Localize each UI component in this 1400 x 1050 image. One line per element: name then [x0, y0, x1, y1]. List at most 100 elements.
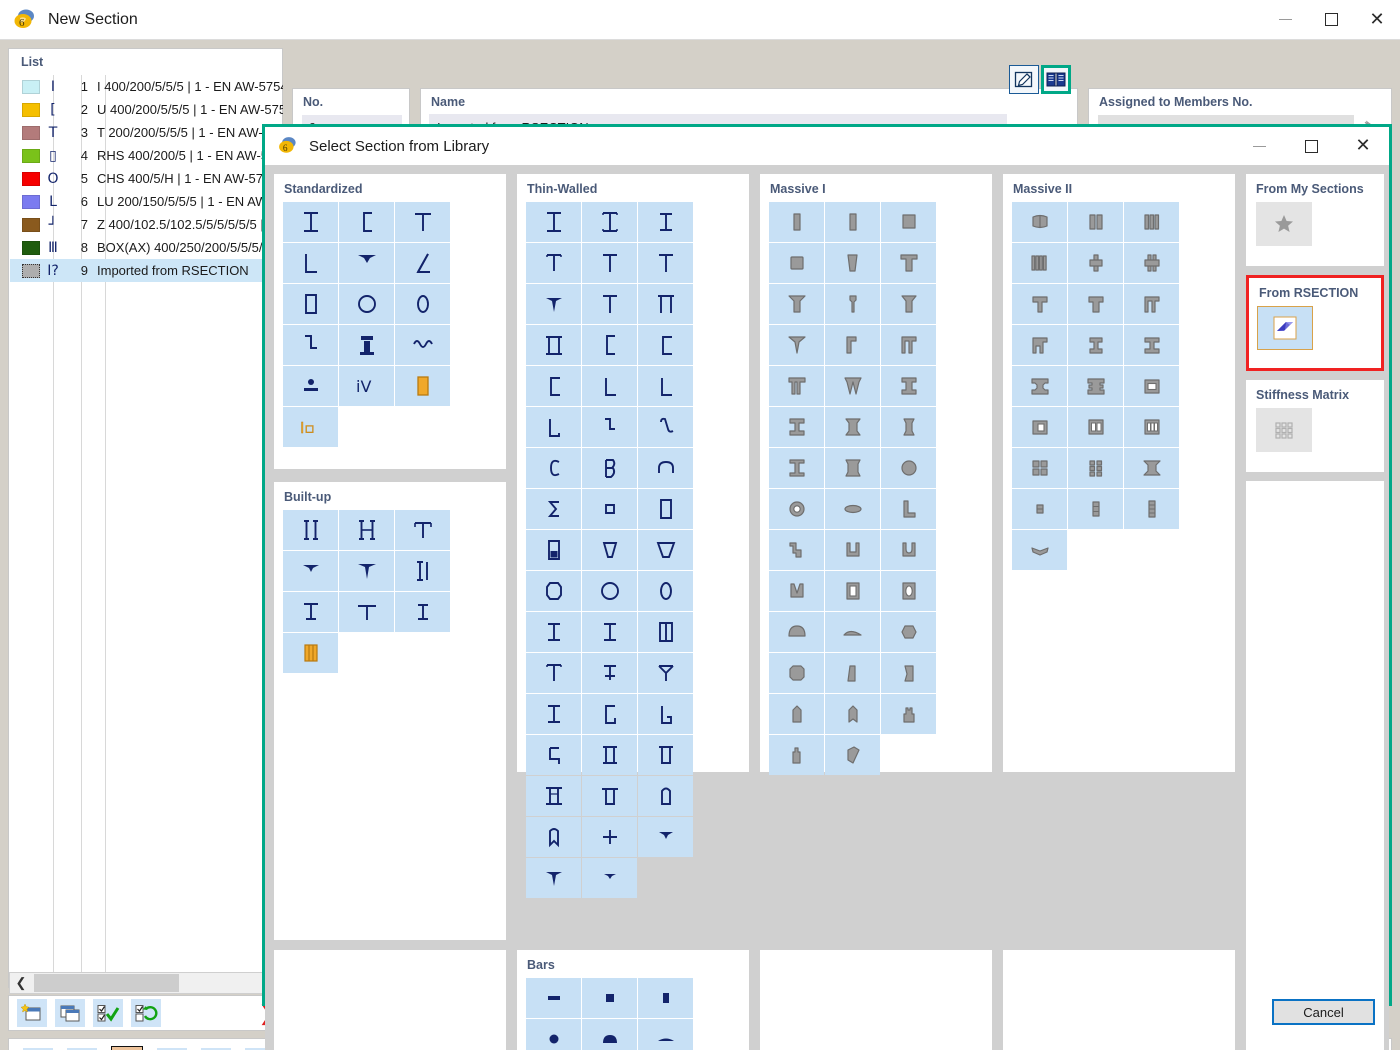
- section-shape-cell[interactable]: [1012, 407, 1067, 447]
- new-section-button[interactable]: [17, 999, 47, 1027]
- panel-massive-i-grid[interactable]: [760, 202, 992, 784]
- section-shape-cell[interactable]: [526, 366, 581, 406]
- section-shape-cell[interactable]: [638, 653, 693, 693]
- open-book-library-icon[interactable]: [1041, 65, 1071, 94]
- section-shape-cell[interactable]: [1012, 366, 1067, 406]
- section-shape-cell[interactable]: [638, 202, 693, 242]
- maximize-icon[interactable]: [1285, 127, 1337, 165]
- section-shape-cell[interactable]: [582, 858, 637, 898]
- section-shape-cell[interactable]: [638, 530, 693, 570]
- section-shape-cell[interactable]: [1124, 366, 1179, 406]
- section-shape-cell[interactable]: [825, 243, 880, 283]
- section-shape-cell[interactable]: [825, 407, 880, 447]
- list-horizontal-scrollbar[interactable]: ❮: [9, 972, 282, 994]
- section-shape-cell[interactable]: [339, 325, 394, 365]
- minimize-icon[interactable]: [1262, 0, 1308, 40]
- section-shape-cell[interactable]: [283, 243, 338, 283]
- section-shape-cell[interactable]: [395, 366, 450, 406]
- section-shape-cell[interactable]: [881, 325, 936, 365]
- section-shape-cell[interactable]: [395, 551, 450, 591]
- section-shape-cell[interactable]: [769, 489, 824, 529]
- section-shape-cell[interactable]: [582, 530, 637, 570]
- select-all-button[interactable]: [93, 999, 123, 1027]
- section-shape-cell[interactable]: [582, 1019, 637, 1050]
- section-shape-cell[interactable]: [825, 694, 880, 734]
- section-shape-cell[interactable]: [1124, 448, 1179, 488]
- section-shape-cell[interactable]: [881, 448, 936, 488]
- section-shape-cell[interactable]: [283, 592, 338, 632]
- section-shape-cell[interactable]: [825, 612, 880, 652]
- star-icon[interactable]: [1256, 202, 1312, 246]
- section-shape-cell[interactable]: [638, 612, 693, 652]
- section-shape-cell[interactable]: [1068, 407, 1123, 447]
- section-shape-cell[interactable]: [582, 489, 637, 529]
- section-shape-cell[interactable]: [1068, 202, 1123, 242]
- section-shape-cell[interactable]: [769, 530, 824, 570]
- edit-pencil-icon[interactable]: [1009, 65, 1039, 94]
- section-shape-cell[interactable]: [582, 776, 637, 816]
- section-shape-cell[interactable]: [638, 448, 693, 488]
- section-shape-cell[interactable]: [638, 489, 693, 529]
- section-shape-cell[interactable]: [582, 448, 637, 488]
- section-shape-cell[interactable]: [395, 243, 450, 283]
- section-shape-cell[interactable]: [769, 612, 824, 652]
- list-item[interactable]: ▯4RHS 400/200/5 | 1 - EN AW-5754 H: [10, 144, 283, 167]
- section-shape-cell[interactable]: [582, 571, 637, 611]
- section-shape-cell[interactable]: [638, 284, 693, 324]
- section-shape-cell[interactable]: [638, 243, 693, 283]
- section-shape-cell[interactable]: [825, 735, 880, 775]
- section-shape-cell[interactable]: [526, 325, 581, 365]
- section-shape-cell[interactable]: [769, 243, 824, 283]
- list-item[interactable]: Ⅲ8BOX(AX) 400/250/200/5/5/5/100,: [10, 236, 283, 259]
- section-shape-cell[interactable]: [582, 284, 637, 324]
- copy-section-button[interactable]: [55, 999, 85, 1027]
- section-shape-cell[interactable]: [769, 653, 824, 693]
- section-shape-cell[interactable]: [283, 510, 338, 550]
- section-shape-cell[interactable]: [526, 571, 581, 611]
- section-shape-cell[interactable]: [582, 653, 637, 693]
- chevron-left-icon[interactable]: ❮: [10, 975, 32, 991]
- section-shape-cell[interactable]: [526, 776, 581, 816]
- section-shape-cell[interactable]: [769, 448, 824, 488]
- section-shape-cell[interactable]: [825, 366, 880, 406]
- section-shape-cell[interactable]: [1012, 284, 1067, 324]
- section-shape-cell[interactable]: [526, 978, 581, 1018]
- section-shape-cell[interactable]: [769, 694, 824, 734]
- section-shape-cell[interactable]: [526, 407, 581, 447]
- section-shape-cell[interactable]: [339, 284, 394, 324]
- section-shape-cell[interactable]: [395, 284, 450, 324]
- section-shape-cell[interactable]: [339, 243, 394, 283]
- section-shape-cell[interactable]: [769, 325, 824, 365]
- section-shape-cell[interactable]: [582, 202, 637, 242]
- panel-standardized-grid[interactable]: ⅰⅤⅠ▫: [274, 202, 506, 456]
- list-item[interactable]: L6LU 200/150/5/5/5 | 1 - EN AW-57: [10, 190, 283, 213]
- section-shape-cell[interactable]: [881, 653, 936, 693]
- list-item[interactable]: T3T 200/200/5/5/5 | 1 - EN AW-5754: [10, 121, 283, 144]
- section-shape-cell[interactable]: [825, 530, 880, 570]
- section-shape-cell[interactable]: [526, 653, 581, 693]
- panel-built-up-grid[interactable]: [274, 510, 506, 682]
- scrollbar-thumb[interactable]: [34, 974, 179, 992]
- section-shape-cell[interactable]: [1068, 366, 1123, 406]
- section-shape-cell[interactable]: [283, 633, 338, 673]
- section-shape-cell[interactable]: [638, 776, 693, 816]
- section-shape-cell[interactable]: [1012, 243, 1067, 283]
- section-shape-cell[interactable]: [339, 551, 394, 591]
- section-shape-cell[interactable]: [769, 407, 824, 447]
- section-shape-cell[interactable]: [339, 592, 394, 632]
- section-shape-cell[interactable]: [526, 530, 581, 570]
- close-icon[interactable]: ✕: [1354, 0, 1400, 40]
- section-shape-cell[interactable]: [526, 202, 581, 242]
- section-shape-cell[interactable]: [283, 325, 338, 365]
- panel-massive-ii-grid[interactable]: [1003, 202, 1235, 579]
- section-shape-cell[interactable]: [526, 1019, 581, 1050]
- invert-selection-button[interactable]: [131, 999, 161, 1027]
- section-shape-cell[interactable]: [825, 202, 880, 242]
- panel-bars-grid[interactable]: [517, 978, 749, 1050]
- section-shape-cell[interactable]: [339, 202, 394, 242]
- section-shape-cell[interactable]: [283, 551, 338, 591]
- section-shape-cell[interactable]: [526, 694, 581, 734]
- section-shape-cell[interactable]: [1124, 243, 1179, 283]
- section-shape-cell[interactable]: [825, 448, 880, 488]
- maximize-icon[interactable]: [1308, 0, 1354, 40]
